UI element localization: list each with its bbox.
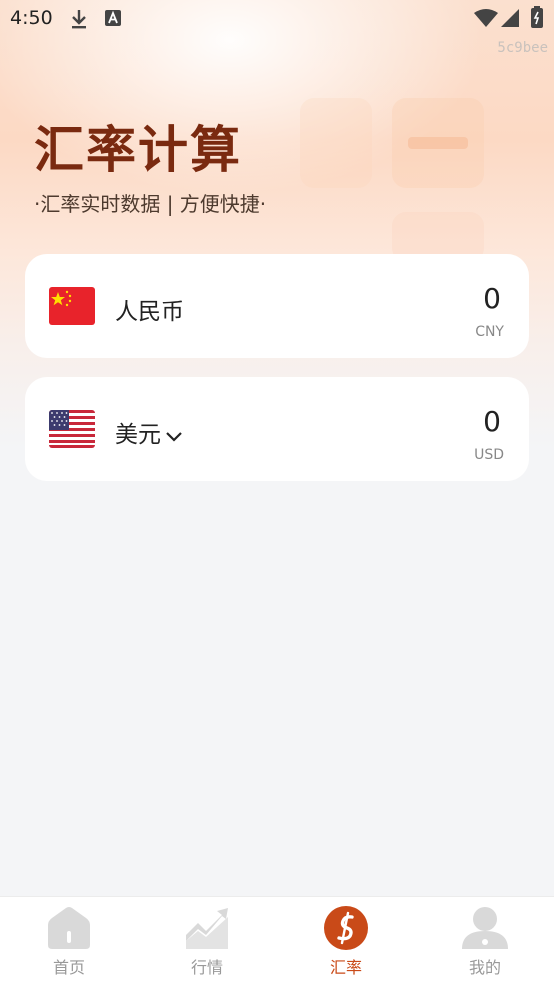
base-currency-code: CNY — [475, 324, 504, 340]
page-subtitle: ·汇率实时数据 | 方便快捷· — [34, 192, 267, 216]
chevron-down-icon — [165, 423, 183, 449]
overlay-id-text: 5c9bee — [497, 40, 548, 56]
target-currency-card[interactable]: 美元 0 USD — [25, 377, 529, 481]
tab-label: 我的 — [468, 958, 501, 977]
home-icon — [46, 905, 92, 951]
decorative-tile — [300, 98, 372, 188]
base-amount-input[interactable]: 0 — [483, 282, 501, 315]
tab-label: 汇率 — [329, 958, 362, 977]
decorative-minus-tile — [392, 98, 484, 188]
download-icon — [70, 8, 88, 34]
tab-label: 首页 — [52, 958, 85, 977]
status-time: 4:50 — [10, 7, 53, 29]
target-amount-value: 0 — [483, 405, 501, 438]
target-currency-selector[interactable]: 美元 — [115, 415, 183, 449]
target-currency-code: USD — [474, 447, 504, 463]
battery-icon — [530, 6, 544, 32]
text-a-icon — [104, 8, 122, 32]
usa-flag-icon — [49, 410, 95, 448]
signal-icon — [501, 9, 519, 31]
target-currency-name: 美元 — [115, 422, 161, 448]
profile-icon — [462, 905, 508, 951]
tab-label: 行情 — [190, 958, 223, 977]
tab-exchange-rate[interactable]: 汇率 — [277, 897, 415, 984]
tab-home[interactable]: 首页 — [0, 897, 138, 984]
base-currency-card[interactable]: 人民币 0 CNY — [25, 254, 529, 358]
wifi-icon — [474, 9, 498, 31]
base-currency-name: 人民币 — [115, 299, 184, 325]
tab-market[interactable]: 行情 — [138, 897, 276, 984]
status-bar: 4:50 5c9bee — [0, 0, 554, 56]
bottom-tab-bar: 首页 行情 汇率 我的 — [0, 896, 554, 984]
exchange-rate-icon — [323, 905, 369, 951]
tab-profile[interactable]: 我的 — [416, 897, 554, 984]
china-flag-icon — [49, 287, 95, 325]
page-title: 汇率计算 — [34, 121, 242, 179]
chart-trend-icon — [184, 905, 230, 951]
